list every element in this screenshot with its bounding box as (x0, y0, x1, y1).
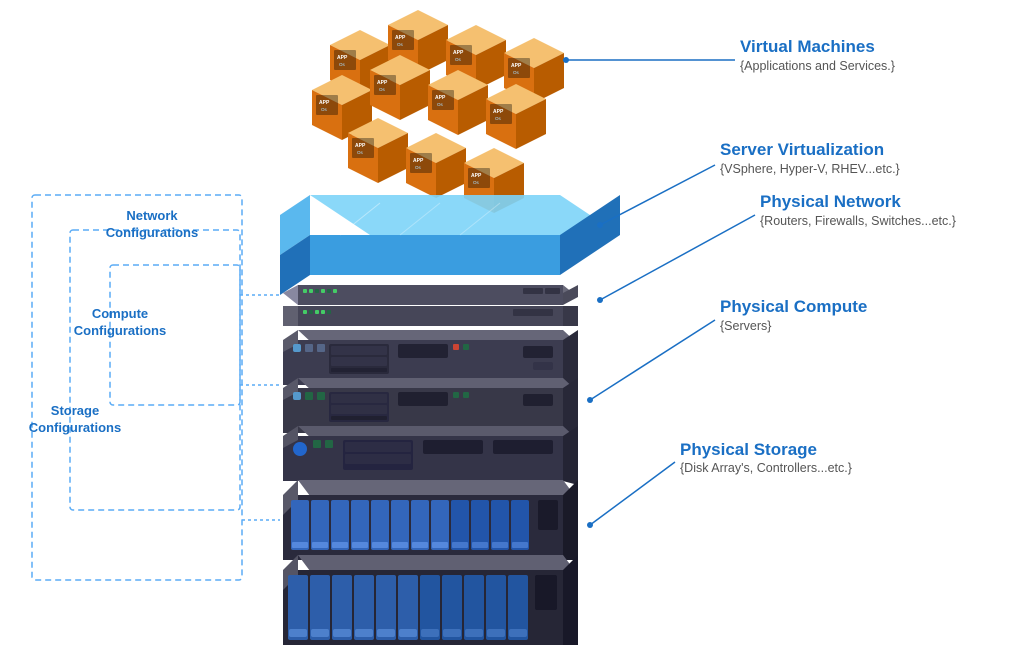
svg-text:APP: APP (471, 173, 482, 179)
label-ps-sub: {Disk Array's, Controllers...etc.} (680, 461, 852, 475)
label-pn-title: Physical Network (760, 192, 901, 211)
svg-text:Os: Os (455, 57, 462, 62)
svg-text:APP: APP (377, 80, 388, 86)
svg-text:APP: APP (493, 109, 504, 115)
svg-text:APP: APP (337, 55, 348, 61)
label-physical-network: Physical Network {Routers, Firewalls, Sw… (597, 192, 956, 303)
label-vm-title: Virtual Machines (740, 37, 875, 56)
label-physical-compute: Physical Compute {Servers} (587, 297, 867, 403)
svg-text:Os: Os (513, 70, 520, 75)
svg-text:Os: Os (437, 102, 444, 107)
svg-text:APP: APP (413, 158, 424, 164)
svg-text:APP: APP (319, 100, 330, 106)
label-vm-sub: {Applications and Services.} (740, 59, 895, 73)
diagram-container: APP Os APP Os APP Os (0, 0, 1024, 658)
label-ps-title: Physical Storage (680, 440, 817, 459)
svg-text:Os: Os (321, 107, 328, 112)
svg-text:APP: APP (511, 63, 522, 69)
svg-text:APP: APP (453, 50, 464, 56)
network-switch-2 (283, 306, 578, 326)
label-compute-config-2: Configurations (74, 323, 166, 338)
label-compute-config: Compute (92, 306, 148, 321)
label-sv-sub: {VSphere, Hyper-V, RHEV...etc.} (720, 162, 900, 176)
storage-unit-2 (283, 555, 578, 645)
network-switch-1 (283, 285, 578, 305)
label-network-config-2: Configurations (106, 225, 198, 240)
svg-text:Os: Os (339, 62, 346, 67)
svg-text:Os: Os (473, 180, 480, 185)
server-unit-3 (283, 426, 578, 485)
svg-text:Os: Os (357, 150, 364, 155)
label-sv-title: Server Virtualization (720, 140, 884, 159)
svg-text:Os: Os (415, 165, 422, 170)
svg-text:Os: Os (397, 42, 404, 47)
svg-text:APP: APP (355, 143, 366, 149)
svg-text:Os: Os (379, 87, 386, 92)
svg-text:APP: APP (395, 35, 406, 41)
storage-unit-1 (283, 480, 578, 560)
label-pn-sub: {Routers, Firewalls, Switches...etc.} (760, 214, 956, 228)
compute-config-box (70, 230, 240, 510)
label-pc-sub: {Servers} (720, 319, 771, 333)
label-pc-title: Physical Compute (720, 297, 867, 316)
svg-text:Os: Os (495, 116, 502, 121)
label-physical-storage: Physical Storage {Disk Array's, Controll… (587, 440, 852, 528)
storage-config-box (32, 195, 242, 580)
label-virtual-machines: Virtual Machines {Applications and Servi… (563, 37, 895, 73)
svg-text:APP: APP (435, 95, 446, 101)
label-storage-config-2: Configurations (29, 420, 121, 435)
label-network-config: Network (126, 208, 178, 223)
virtualization-layer (280, 195, 620, 295)
label-storage-config: Storage (51, 403, 99, 418)
